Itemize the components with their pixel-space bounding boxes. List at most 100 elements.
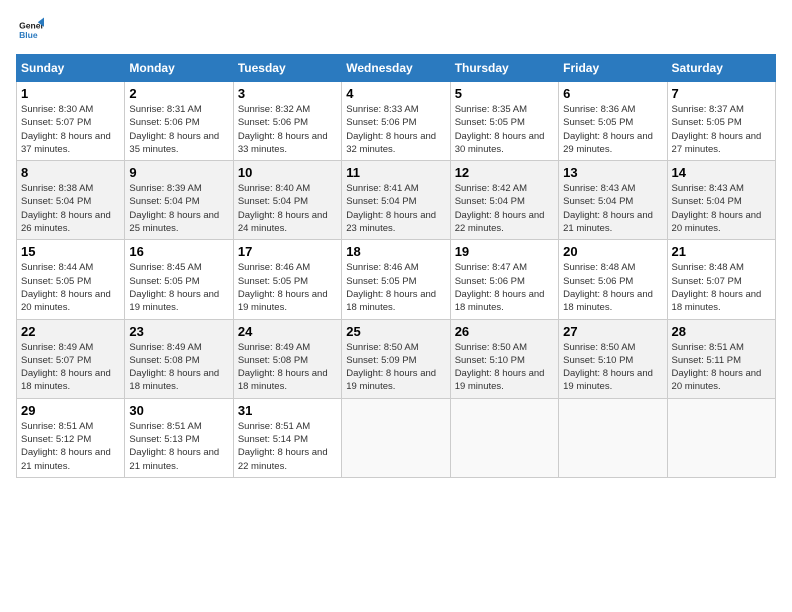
header-friday: Friday <box>559 55 667 82</box>
header-sunday: Sunday <box>17 55 125 82</box>
header-tuesday: Tuesday <box>233 55 341 82</box>
calendar-cell: 2 Sunrise: 8:31 AMSunset: 5:06 PMDaylight… <box>125 82 233 161</box>
day-info: Sunrise: 8:30 AMSunset: 5:07 PMDaylight:… <box>21 103 120 156</box>
day-number: 4 <box>346 86 445 101</box>
header-thursday: Thursday <box>450 55 558 82</box>
day-number: 31 <box>238 403 337 418</box>
day-info: Sunrise: 8:35 AMSunset: 5:05 PMDaylight:… <box>455 103 554 156</box>
day-info: Sunrise: 8:50 AMSunset: 5:10 PMDaylight:… <box>455 341 554 394</box>
day-number: 23 <box>129 324 228 339</box>
day-number: 16 <box>129 244 228 259</box>
day-number: 27 <box>563 324 662 339</box>
calendar-week-row: 22 Sunrise: 8:49 AMSunset: 5:07 PMDayligh… <box>17 319 776 398</box>
day-number: 14 <box>672 165 771 180</box>
day-info: Sunrise: 8:40 AMSunset: 5:04 PMDaylight:… <box>238 182 337 235</box>
calendar-cell: 29Sunrise: 8:51 AMSunset: 5:12 PMDayligh… <box>17 398 125 477</box>
calendar-cell <box>450 398 558 477</box>
calendar-cell: 11Sunrise: 8:41 AMSunset: 5:04 PMDayligh… <box>342 161 450 240</box>
day-number: 9 <box>129 165 228 180</box>
calendar-week-row: 15 Sunrise: 8:44 AMSunset: 5:05 PMDayligh… <box>17 240 776 319</box>
day-number: 6 <box>563 86 662 101</box>
day-number: 24 <box>238 324 337 339</box>
calendar-week-row: 29Sunrise: 8:51 AMSunset: 5:12 PMDayligh… <box>17 398 776 477</box>
day-info: Sunrise: 8:45 AMSunset: 5:05 PMDaylight:… <box>129 261 228 314</box>
calendar-cell <box>667 398 775 477</box>
day-info: Sunrise: 8:50 AMSunset: 5:10 PMDaylight:… <box>563 341 662 394</box>
calendar-cell: 31 Sunrise: 8:51 AMSunset: 5:14 PMDayligh… <box>233 398 341 477</box>
day-number: 1 <box>21 86 120 101</box>
day-info: Sunrise: 8:49 AMSunset: 5:07 PMDaylight:… <box>21 341 120 394</box>
day-number: 10 <box>238 165 337 180</box>
calendar-cell: 4 Sunrise: 8:33 AMSunset: 5:06 PMDaylight… <box>342 82 450 161</box>
day-info: Sunrise: 8:36 AMSunset: 5:05 PMDaylight:… <box>563 103 662 156</box>
day-info: Sunrise: 8:44 AMSunset: 5:05 PMDaylight:… <box>21 261 120 314</box>
day-info: Sunrise: 8:48 AMSunset: 5:07 PMDaylight:… <box>672 261 771 314</box>
day-number: 12 <box>455 165 554 180</box>
calendar-cell: 6 Sunrise: 8:36 AMSunset: 5:05 PMDaylight… <box>559 82 667 161</box>
day-info: Sunrise: 8:33 AMSunset: 5:06 PMDaylight:… <box>346 103 445 156</box>
day-number: 28 <box>672 324 771 339</box>
day-info: Sunrise: 8:49 AMSunset: 5:08 PMDaylight:… <box>238 341 337 394</box>
day-number: 3 <box>238 86 337 101</box>
day-info: Sunrise: 8:43 AMSunset: 5:04 PMDaylight:… <box>563 182 662 235</box>
day-info: Sunrise: 8:46 AMSunset: 5:05 PMDaylight:… <box>238 261 337 314</box>
day-number: 20 <box>563 244 662 259</box>
day-number: 5 <box>455 86 554 101</box>
calendar-cell: 14 Sunrise: 8:43 AMSunset: 5:04 PMDayligh… <box>667 161 775 240</box>
day-info: Sunrise: 8:47 AMSunset: 5:06 PMDaylight:… <box>455 261 554 314</box>
day-info: Sunrise: 8:43 AMSunset: 5:04 PMDaylight:… <box>672 182 771 235</box>
calendar-cell <box>342 398 450 477</box>
header-wednesday: Wednesday <box>342 55 450 82</box>
day-info: Sunrise: 8:51 AMSunset: 5:12 PMDaylight:… <box>21 420 120 473</box>
day-number: 19 <box>455 244 554 259</box>
day-number: 2 <box>129 86 228 101</box>
day-info: Sunrise: 8:37 AMSunset: 5:05 PMDaylight:… <box>672 103 771 156</box>
day-info: Sunrise: 8:51 AMSunset: 5:14 PMDaylight:… <box>238 420 337 473</box>
calendar-cell: 16 Sunrise: 8:45 AMSunset: 5:05 PMDayligh… <box>125 240 233 319</box>
calendar-cell: 26 Sunrise: 8:50 AMSunset: 5:10 PMDayligh… <box>450 319 558 398</box>
day-info: Sunrise: 8:32 AMSunset: 5:06 PMDaylight:… <box>238 103 337 156</box>
day-info: Sunrise: 8:39 AMSunset: 5:04 PMDaylight:… <box>129 182 228 235</box>
calendar-header-row: SundayMondayTuesdayWednesdayThursdayFrid… <box>17 55 776 82</box>
calendar-cell: 25Sunrise: 8:50 AMSunset: 5:09 PMDayligh… <box>342 319 450 398</box>
calendar-cell: 5 Sunrise: 8:35 AMSunset: 5:05 PMDaylight… <box>450 82 558 161</box>
calendar-cell: 3 Sunrise: 8:32 AMSunset: 5:06 PMDaylight… <box>233 82 341 161</box>
day-number: 15 <box>21 244 120 259</box>
page-header: General Blue <box>16 16 776 44</box>
header-monday: Monday <box>125 55 233 82</box>
day-info: Sunrise: 8:46 AMSunset: 5:05 PMDaylight:… <box>346 261 445 314</box>
calendar-week-row: 1 Sunrise: 8:30 AMSunset: 5:07 PMDaylight… <box>17 82 776 161</box>
calendar-cell: 17Sunrise: 8:46 AMSunset: 5:05 PMDayligh… <box>233 240 341 319</box>
calendar-cell: 30 Sunrise: 8:51 AMSunset: 5:13 PMDayligh… <box>125 398 233 477</box>
day-number: 18 <box>346 244 445 259</box>
calendar-cell: 20 Sunrise: 8:48 AMSunset: 5:06 PMDayligh… <box>559 240 667 319</box>
day-info: Sunrise: 8:48 AMSunset: 5:06 PMDaylight:… <box>563 261 662 314</box>
calendar-cell: 24 Sunrise: 8:49 AMSunset: 5:08 PMDayligh… <box>233 319 341 398</box>
logo: General Blue <box>16 16 48 44</box>
calendar-cell: 28Sunrise: 8:51 AMSunset: 5:11 PMDayligh… <box>667 319 775 398</box>
calendar-cell: 27 Sunrise: 8:50 AMSunset: 5:10 PMDayligh… <box>559 319 667 398</box>
day-number: 11 <box>346 165 445 180</box>
day-number: 30 <box>129 403 228 418</box>
calendar-week-row: 8Sunrise: 8:38 AMSunset: 5:04 PMDaylight… <box>17 161 776 240</box>
day-number: 22 <box>21 324 120 339</box>
day-info: Sunrise: 8:51 AMSunset: 5:13 PMDaylight:… <box>129 420 228 473</box>
day-number: 8 <box>21 165 120 180</box>
calendar-table: SundayMondayTuesdayWednesdayThursdayFrid… <box>16 54 776 478</box>
svg-text:Blue: Blue <box>19 30 38 40</box>
day-info: Sunrise: 8:50 AMSunset: 5:09 PMDaylight:… <box>346 341 445 394</box>
calendar-cell: 9 Sunrise: 8:39 AMSunset: 5:04 PMDaylight… <box>125 161 233 240</box>
day-number: 26 <box>455 324 554 339</box>
logo-icon: General Blue <box>16 16 44 44</box>
calendar-cell: 22 Sunrise: 8:49 AMSunset: 5:07 PMDayligh… <box>17 319 125 398</box>
calendar-cell: 7Sunrise: 8:37 AMSunset: 5:05 PMDaylight… <box>667 82 775 161</box>
calendar-cell: 19 Sunrise: 8:47 AMSunset: 5:06 PMDayligh… <box>450 240 558 319</box>
day-number: 13 <box>563 165 662 180</box>
day-info: Sunrise: 8:31 AMSunset: 5:06 PMDaylight:… <box>129 103 228 156</box>
header-saturday: Saturday <box>667 55 775 82</box>
calendar-cell: 13 Sunrise: 8:43 AMSunset: 5:04 PMDayligh… <box>559 161 667 240</box>
calendar-cell: 18 Sunrise: 8:46 AMSunset: 5:05 PMDayligh… <box>342 240 450 319</box>
calendar-cell: 23Sunrise: 8:49 AMSunset: 5:08 PMDayligh… <box>125 319 233 398</box>
day-info: Sunrise: 8:42 AMSunset: 5:04 PMDaylight:… <box>455 182 554 235</box>
calendar-cell: 10 Sunrise: 8:40 AMSunset: 5:04 PMDayligh… <box>233 161 341 240</box>
